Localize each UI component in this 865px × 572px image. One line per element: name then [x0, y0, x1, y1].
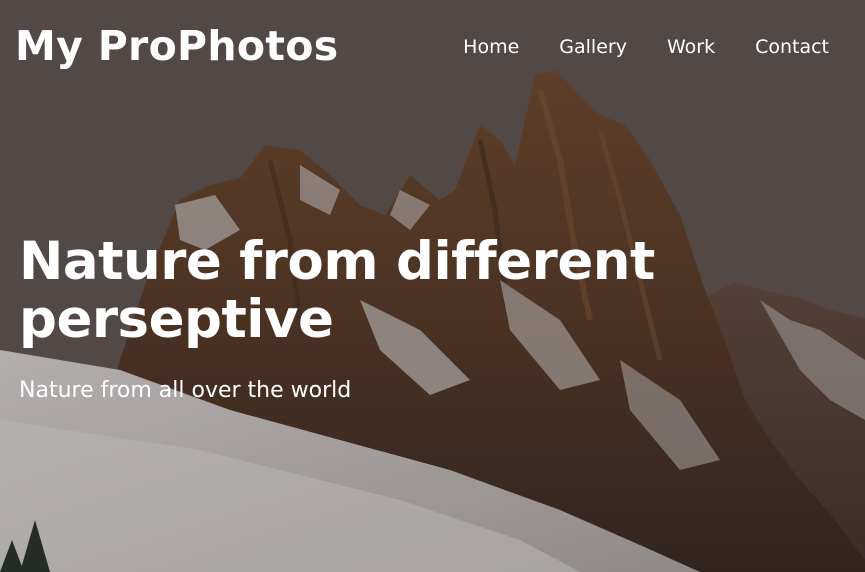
- nav-link-home[interactable]: Home: [463, 38, 519, 57]
- main-nav: Home Gallery Work Contact: [463, 38, 829, 57]
- site-logo[interactable]: My ProPhotos: [15, 26, 338, 67]
- hero-headline: Nature from different perseptive: [19, 231, 655, 350]
- nav-link-contact[interactable]: Contact: [755, 38, 829, 57]
- hero-subheadline: Nature from all over the world: [19, 378, 352, 403]
- nav-link-gallery[interactable]: Gallery: [559, 38, 627, 57]
- hero-section: My ProPhotos Home Gallery Work Contact N…: [0, 0, 865, 572]
- nav-link-work[interactable]: Work: [667, 38, 715, 57]
